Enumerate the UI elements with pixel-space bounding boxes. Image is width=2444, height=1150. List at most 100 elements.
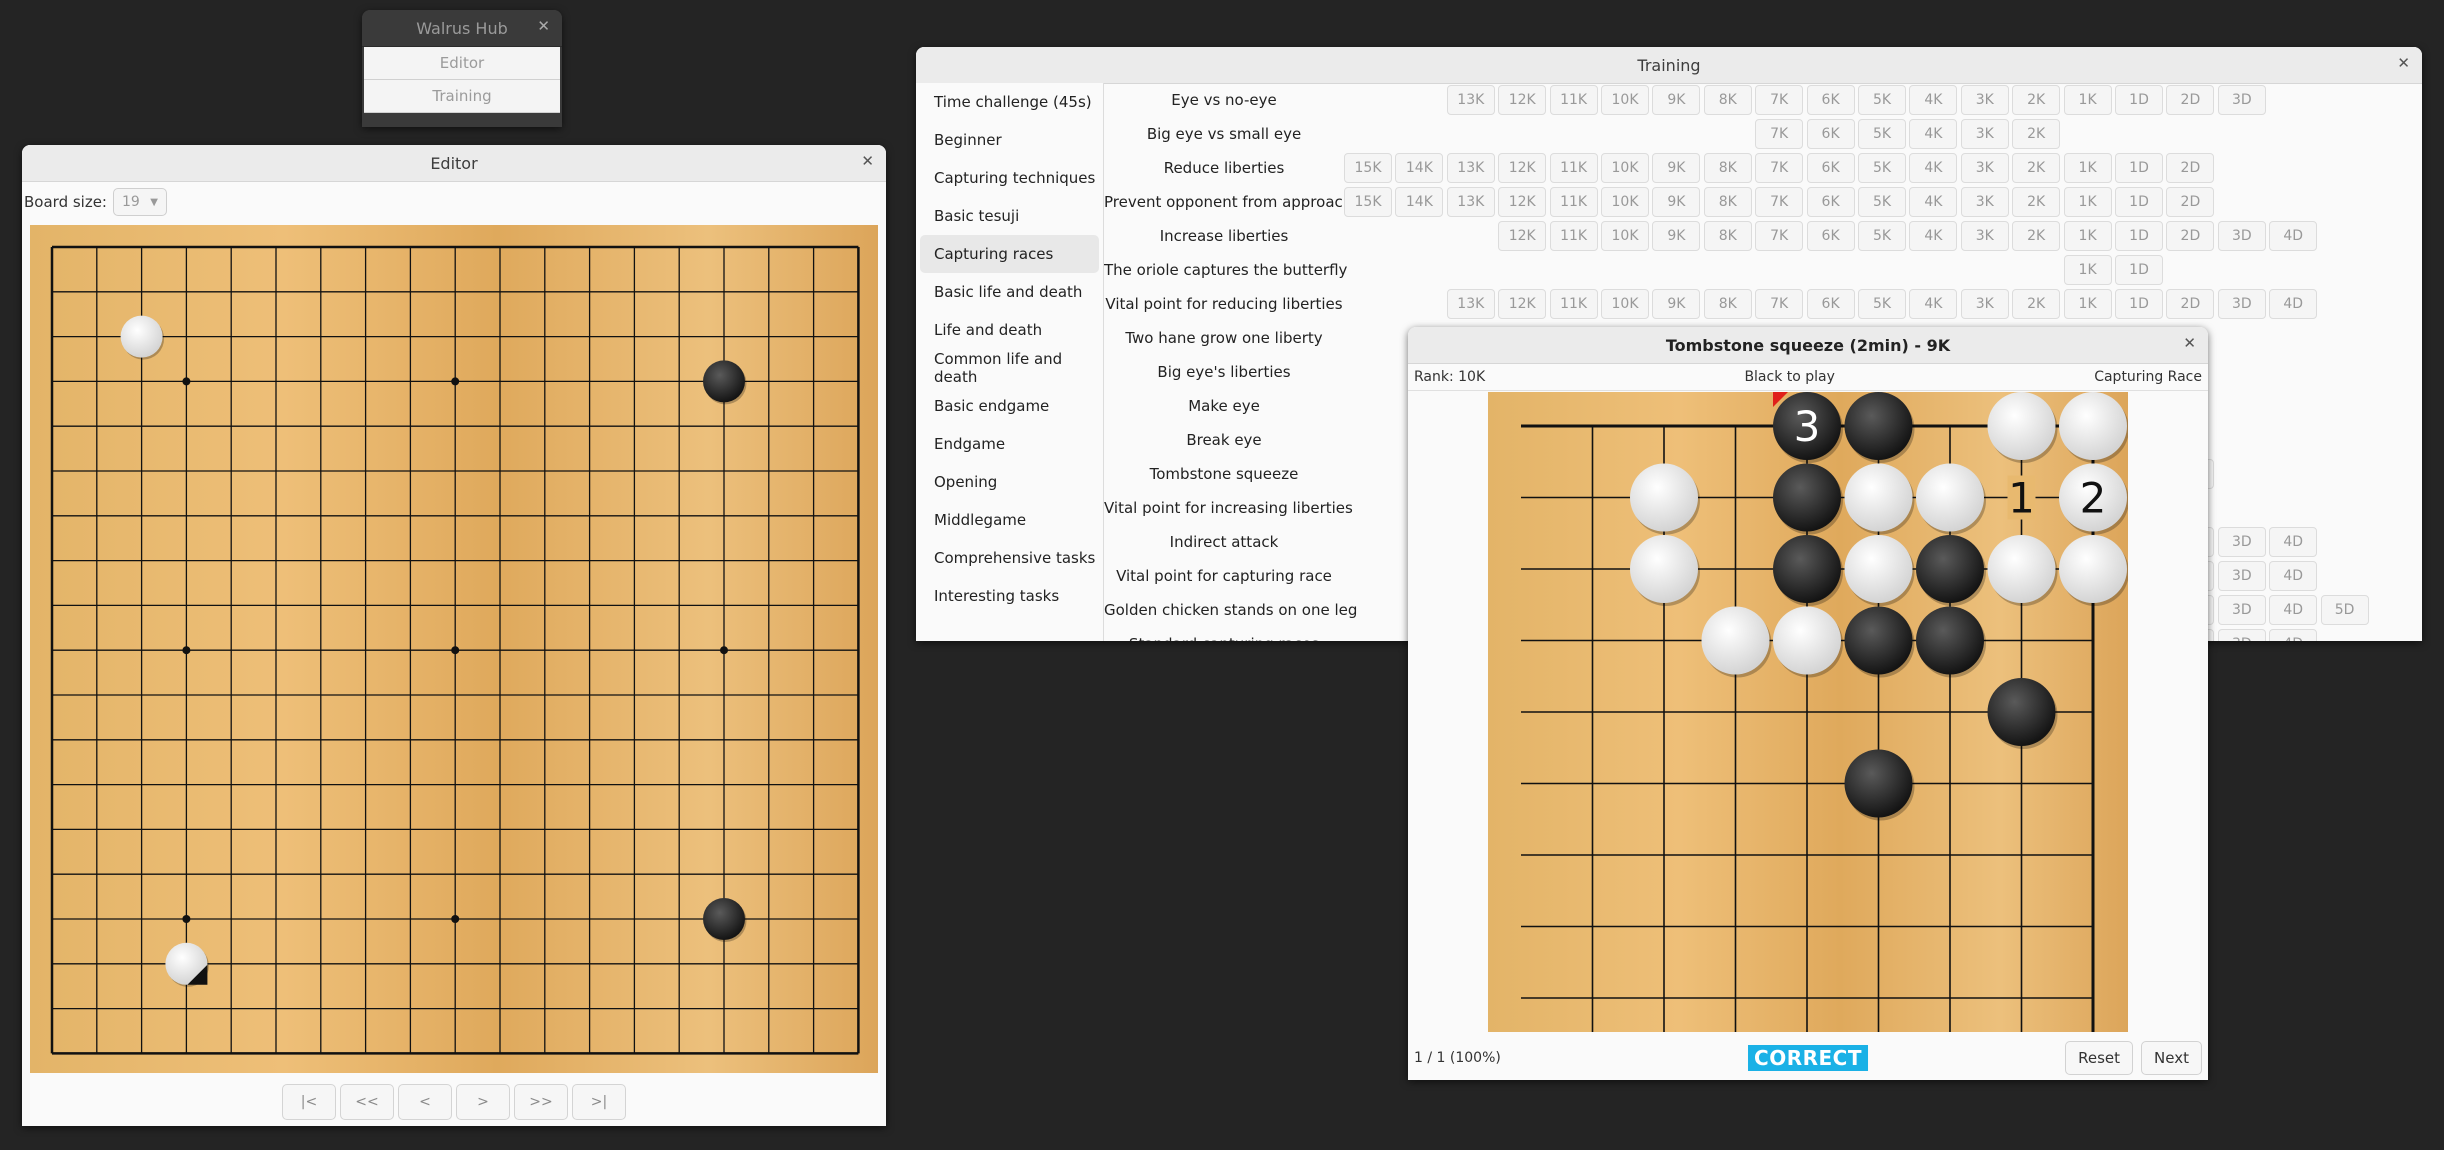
rank-button[interactable]: 1K	[2063, 255, 2112, 285]
rank-button[interactable]: 10K	[1601, 85, 1649, 115]
rank-button[interactable]: 5K	[1858, 289, 1906, 319]
rank-button[interactable]: 12K	[1498, 85, 1547, 115]
rank-button[interactable]: 14K	[1395, 187, 1444, 217]
rank-button[interactable]: 7K	[1755, 289, 1804, 319]
rank-button[interactable]: 1K	[2063, 187, 2112, 217]
rank-button[interactable]: 8K	[1703, 221, 1752, 251]
rank-button[interactable]: 5K	[1858, 153, 1906, 183]
rank-button[interactable]: 2K	[2012, 221, 2061, 251]
rank-button[interactable]: 11K	[1549, 85, 1598, 115]
rank-button[interactable]: 4D	[2269, 527, 2318, 557]
sidebar-item[interactable]: Endgame	[916, 425, 1103, 463]
rank-button[interactable]: 7K	[1755, 85, 1804, 115]
rank-button[interactable]: 9K	[1652, 153, 1701, 183]
rank-button[interactable]: 2D	[2166, 153, 2215, 183]
rank-button[interactable]: 3D	[2217, 629, 2266, 641]
rank-button[interactable]: 7K	[1755, 187, 1804, 217]
rank-button[interactable]: 4D	[2269, 289, 2318, 319]
rank-button[interactable]: 4D	[2269, 629, 2318, 641]
rank-button[interactable]: 11K	[1549, 221, 1598, 251]
hub-close-icon[interactable]: ✕	[537, 17, 550, 35]
rank-button[interactable]: 1D	[2115, 255, 2163, 285]
problem-board[interactable]: 3 21	[1488, 392, 2128, 1032]
rank-button[interactable]: 1K	[2063, 153, 2112, 183]
editor-close-icon[interactable]: ✕	[861, 152, 874, 170]
sidebar-item[interactable]: Comprehensive tasks	[916, 539, 1103, 577]
rank-button[interactable]: 5K	[1858, 85, 1906, 115]
rank-button[interactable]: 3K	[1960, 221, 2009, 251]
sidebar-item[interactable]: Beginner	[916, 121, 1103, 159]
rank-button[interactable]: 3K	[1960, 153, 2009, 183]
rank-button[interactable]: 12K	[1498, 289, 1547, 319]
rank-button[interactable]: 3D	[2217, 289, 2266, 319]
reset-button[interactable]: Reset	[2065, 1041, 2134, 1075]
rank-button[interactable]: 8K	[1703, 289, 1752, 319]
rank-button[interactable]: 3K	[1960, 289, 2009, 319]
sidebar-item[interactable]: Interesting tasks	[916, 577, 1103, 615]
rank-button[interactable]: 1D	[2115, 187, 2163, 217]
rank-button[interactable]: 1D	[2115, 221, 2163, 251]
rank-button[interactable]: 12K	[1498, 187, 1547, 217]
hub-editor-button[interactable]: Editor	[364, 47, 560, 80]
sidebar-item[interactable]: Basic endgame	[916, 387, 1103, 425]
editor-board[interactable]	[30, 225, 878, 1073]
rank-button[interactable]: 6K	[1806, 187, 1855, 217]
sidebar-item[interactable]: Capturing races	[920, 235, 1099, 273]
next-button[interactable]: Next	[2141, 1041, 2202, 1075]
rank-button[interactable]: 4D	[2269, 595, 2318, 625]
rank-button[interactable]: 3K	[1960, 119, 2009, 149]
rank-button[interactable]: 9K	[1652, 187, 1701, 217]
rank-button[interactable]: 13K	[1446, 85, 1495, 115]
rank-button[interactable]: 2K	[2012, 187, 2061, 217]
sidebar-item[interactable]: Basic life and death	[916, 273, 1103, 311]
rank-button[interactable]: 7K	[1755, 119, 1804, 149]
rank-button[interactable]: 4K	[1909, 85, 1958, 115]
sidebar-item[interactable]: Time challenge (45s)	[916, 83, 1103, 121]
back-button[interactable]: <	[398, 1084, 452, 1120]
rank-button[interactable]: 8K	[1703, 85, 1752, 115]
rank-button[interactable]: 4K	[1909, 153, 1958, 183]
last-move-button[interactable]: >|	[572, 1084, 626, 1120]
rank-button[interactable]: 3D	[2217, 561, 2266, 591]
rank-button[interactable]: 2K	[2012, 85, 2061, 115]
rank-button[interactable]: 7K	[1755, 153, 1804, 183]
rank-button[interactable]: 4K	[1909, 119, 1958, 149]
rank-button[interactable]: 11K	[1549, 187, 1598, 217]
rank-button[interactable]: 4D	[2269, 561, 2318, 591]
rank-button[interactable]: 3K	[1960, 85, 2009, 115]
rank-button[interactable]: 6K	[1806, 153, 1855, 183]
rank-button[interactable]: 9K	[1652, 289, 1701, 319]
rank-button[interactable]: 4K	[1909, 187, 1958, 217]
rank-button[interactable]: 13K	[1446, 187, 1495, 217]
rank-button[interactable]: 1K	[2063, 85, 2112, 115]
rank-button[interactable]: 5K	[1858, 221, 1906, 251]
rank-button[interactable]: 2D	[2166, 187, 2215, 217]
rank-button[interactable]: 1D	[2115, 289, 2163, 319]
rank-button[interactable]: 11K	[1549, 153, 1598, 183]
rank-button[interactable]: 2K	[2012, 153, 2061, 183]
rank-button[interactable]: 1D	[2115, 153, 2163, 183]
rank-button[interactable]: 2D	[2166, 289, 2215, 319]
rank-button[interactable]: 2D	[2166, 85, 2215, 115]
rank-button[interactable]: 5D	[2320, 595, 2369, 625]
rank-button[interactable]: 2K	[2012, 119, 2061, 149]
sidebar-item[interactable]: Basic tesuji	[916, 197, 1103, 235]
rank-button[interactable]: 14K	[1395, 153, 1444, 183]
back-fast-button[interactable]: <<	[340, 1084, 394, 1120]
rank-button[interactable]: 11K	[1549, 289, 1598, 319]
rank-button[interactable]: 1D	[2115, 85, 2163, 115]
rank-button[interactable]: 1K	[2063, 289, 2112, 319]
sidebar-item[interactable]: Middlegame	[916, 501, 1103, 539]
rank-button[interactable]: 9K	[1652, 221, 1701, 251]
rank-button[interactable]: 5K	[1858, 187, 1906, 217]
rank-button[interactable]: 3D	[2217, 527, 2266, 557]
rank-button[interactable]: 4K	[1909, 289, 1958, 319]
rank-button[interactable]: 3K	[1960, 187, 2009, 217]
rank-button[interactable]: 10K	[1601, 289, 1649, 319]
rank-button[interactable]: 6K	[1806, 85, 1855, 115]
rank-button[interactable]: 5K	[1858, 119, 1906, 149]
sidebar-item[interactable]: Life and death	[916, 311, 1103, 349]
rank-button[interactable]: 2K	[2012, 289, 2061, 319]
rank-button[interactable]: 2D	[2166, 221, 2215, 251]
rank-button[interactable]: 3D	[2217, 221, 2266, 251]
